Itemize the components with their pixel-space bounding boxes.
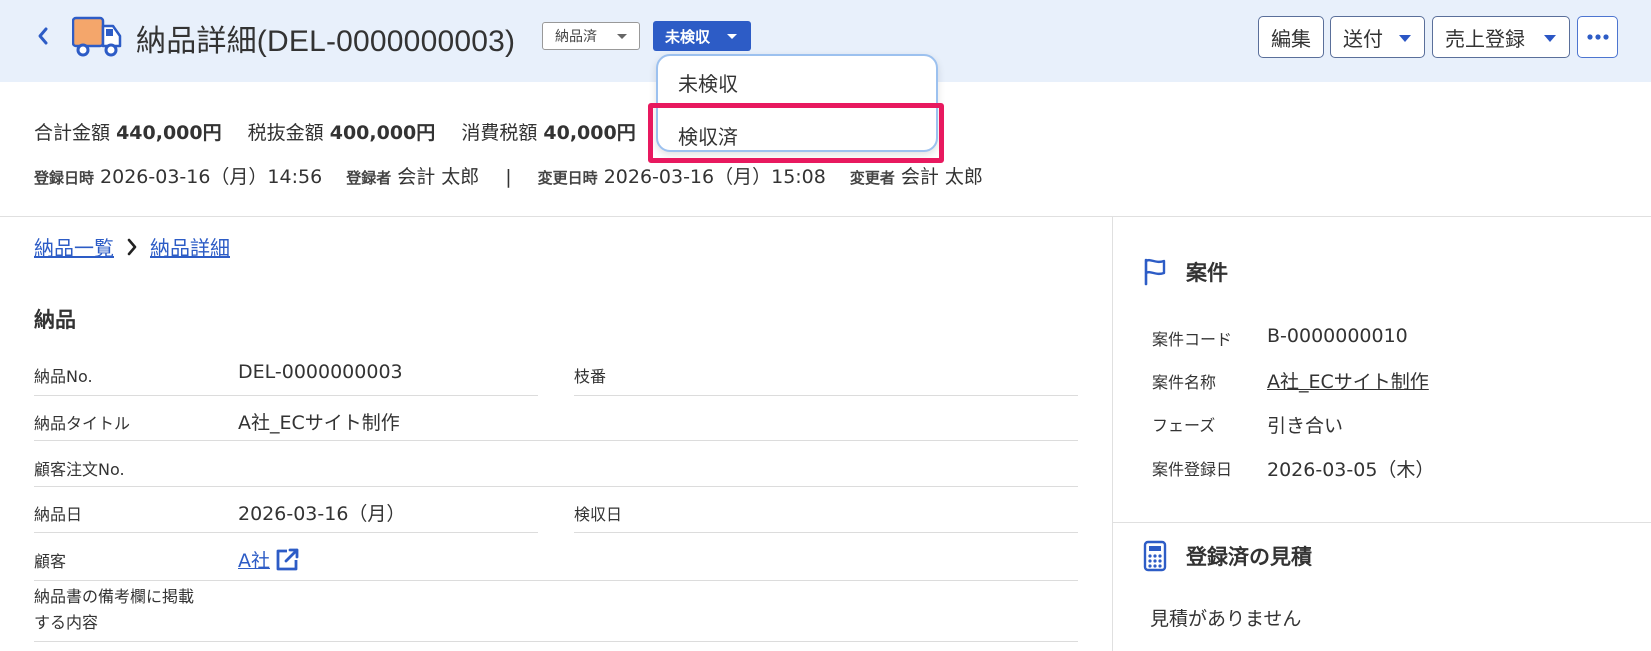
row-divider <box>34 580 1078 581</box>
amount-summary: 合計金額 440,000円 税抜金額 400,000円 消費税額 40,000円 <box>34 118 636 145</box>
more-button[interactable] <box>1577 16 1618 58</box>
updater-label: 変更者 <box>849 169 895 187</box>
customer-label: 顧客 <box>34 552 67 571</box>
row-divider <box>34 641 1078 642</box>
note-label: 納品書の備考欄に掲載 する内容 <box>34 584 194 636</box>
truck-icon <box>72 16 122 57</box>
project-code-label: 案件コード <box>1152 330 1233 349</box>
inspection-status-label: 未検収 <box>665 27 711 46</box>
note-label-line1: 納品書の備考欄に掲載 <box>34 587 195 606</box>
project-phase-label: フェーズ <box>1152 416 1216 435</box>
row-divider <box>34 532 538 533</box>
record-meta: 登録日時 2026-03-16（月）14:56 登録者 会計 太郎 | 変更日時… <box>34 162 983 189</box>
updated-value: 2026-03-16（月）15:08 <box>603 166 826 188</box>
project-name-label: 案件名称 <box>1152 373 1217 392</box>
creator-label: 登録者 <box>346 169 392 187</box>
delivery-title-value: A社_ECサイト制作 <box>238 412 400 434</box>
external-link-icon[interactable] <box>274 547 300 573</box>
inspection-date-label: 検収日 <box>574 505 623 524</box>
project-code-value: B-0000000010 <box>1267 325 1408 347</box>
back-button[interactable] <box>30 22 56 50</box>
calculator-icon <box>1143 540 1167 572</box>
delivery-no-value: DEL-0000000003 <box>238 361 403 383</box>
divider <box>1112 217 1113 651</box>
menu-item-uninspected[interactable]: 未検収 <box>678 68 738 97</box>
estimates-empty-text: 見積がありません <box>1150 608 1302 630</box>
total-value: 440,000円 <box>116 122 222 144</box>
updater-value: 会計 太郎 <box>900 166 983 188</box>
delivery-status-select[interactable]: 納品済 <box>542 22 640 50</box>
tax-value: 40,000円 <box>543 122 636 144</box>
breadcrumb: 納品一覧 納品詳細 <box>34 232 230 261</box>
delivery-date-label: 納品日 <box>34 505 83 524</box>
menu-item-inspected[interactable]: 検収済 <box>678 121 738 150</box>
delivery-no-label: 納品No. <box>34 367 93 386</box>
customer-link[interactable]: A社 <box>238 546 270 573</box>
row-divider <box>574 532 1078 533</box>
project-date-label: 案件登録日 <box>1152 460 1233 479</box>
send-button-label: 送付 <box>1343 26 1383 51</box>
project-date-value: 2026-03-05（木） <box>1267 459 1435 481</box>
chevron-right-icon <box>126 238 138 256</box>
branch-label: 枝番 <box>574 367 607 386</box>
divider <box>1113 522 1651 523</box>
edit-button[interactable]: 編集 <box>1258 16 1324 58</box>
project-section-title: 案件 <box>1186 261 1228 285</box>
chevron-down-icon <box>1399 35 1411 42</box>
sales-register-label: 売上登録 <box>1445 26 1525 51</box>
pretax-label: 税抜金額 <box>247 122 324 144</box>
send-button[interactable]: 送付 <box>1330 16 1425 58</box>
created-label: 登録日時 <box>34 169 95 187</box>
chevron-left-icon <box>38 27 48 45</box>
row-divider <box>34 440 1078 441</box>
breadcrumb-delivery-list[interactable]: 納品一覧 <box>34 232 114 261</box>
chevron-down-icon <box>1544 35 1556 42</box>
delivery-section-title: 納品 <box>34 308 76 332</box>
updated-label: 変更日時 <box>537 169 598 187</box>
project-phase-value: 引き合い <box>1267 415 1344 437</box>
creator-value: 会計 太郎 <box>397 166 480 188</box>
inspection-status-button[interactable]: 未検収 <box>653 21 751 51</box>
delivery-date-value: 2026-03-16（月） <box>238 503 406 525</box>
note-label-line2: する内容 <box>34 613 99 632</box>
row-divider <box>34 395 538 396</box>
pretax-value: 400,000円 <box>329 122 436 144</box>
page-title: 納品詳細(DEL-0000000003) <box>136 25 516 58</box>
divider <box>0 216 1651 217</box>
chevron-down-icon <box>617 34 627 39</box>
customer-order-label: 顧客注文No. <box>34 460 125 479</box>
sales-register-button[interactable]: 売上登録 <box>1432 16 1570 58</box>
created-value: 2026-03-16（月）14:56 <box>100 166 323 188</box>
edit-button-label: 編集 <box>1271 26 1311 51</box>
project-name-link[interactable]: A社_ECサイト制作 <box>1267 367 1429 394</box>
row-divider <box>34 486 1078 487</box>
delivery-status-label: 納品済 <box>555 29 597 45</box>
chevron-down-icon <box>727 34 737 39</box>
delivery-title-label: 納品タイトル <box>34 414 131 433</box>
breadcrumb-delivery-detail[interactable]: 納品詳細 <box>150 232 230 261</box>
estimates-section-title: 登録済の見積 <box>1186 545 1312 569</box>
inspection-dropdown-menu: 未検収 検収済 <box>656 54 938 152</box>
tax-label: 消費税額 <box>461 122 538 144</box>
flag-icon <box>1144 258 1166 286</box>
meta-separator: | <box>505 166 512 188</box>
row-divider <box>574 395 1078 396</box>
customer-field: A社 <box>238 546 300 573</box>
more-icon <box>1586 34 1609 40</box>
total-label: 合計金額 <box>34 122 111 144</box>
